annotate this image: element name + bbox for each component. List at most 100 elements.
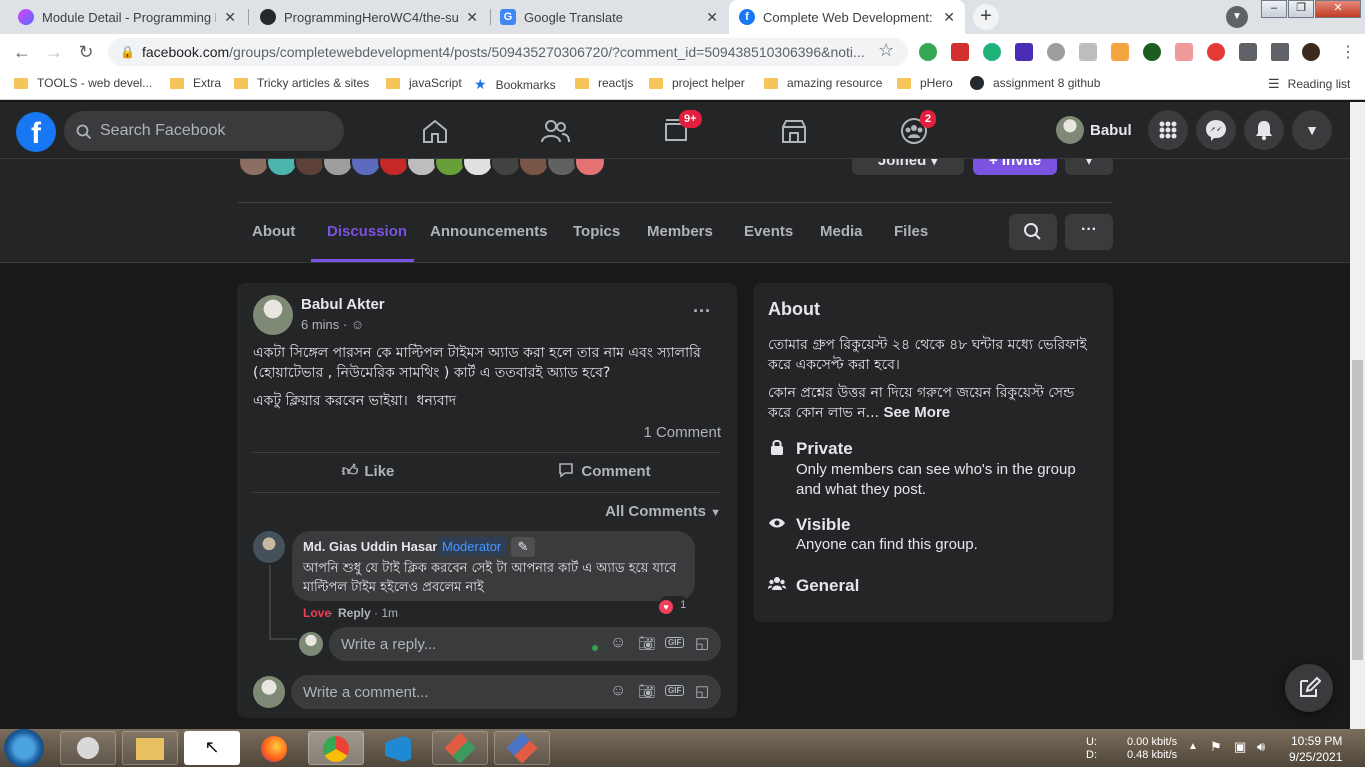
new-message-button[interactable]: [1285, 664, 1333, 712]
menu-dots-icon[interactable]: ⋮: [1340, 42, 1356, 62]
action-center-flag-icon[interactable]: ⚑: [1210, 739, 1222, 755]
browser-tab-module-detail[interactable]: Module Detail - Programming He ✕: [8, 0, 246, 34]
doc-ext-icon[interactable]: [1175, 43, 1193, 61]
tab-discussion[interactable]: Discussion: [327, 223, 407, 240]
volume-icon[interactable]: 🔊︎: [1257, 739, 1265, 755]
close-tab-icon[interactable]: ✕: [706, 9, 718, 26]
group-options-button[interactable]: ···: [1065, 214, 1113, 250]
account-button[interactable]: ▼: [1292, 110, 1332, 150]
new-tab-button[interactable]: +: [973, 4, 999, 30]
reaction-count[interactable]: ♥ 1: [659, 596, 689, 614]
bookmark-item[interactable]: pHero: [897, 76, 953, 90]
bookmark-item[interactable]: Extra: [170, 76, 221, 90]
commenter-avatar[interactable]: [253, 531, 285, 563]
network-icon[interactable]: ▣: [1234, 739, 1246, 755]
camera-icon[interactable]: 📷︎: [638, 683, 656, 700]
emoji-icon[interactable]: ☺: [610, 682, 626, 700]
media-control-icon[interactable]: [1271, 43, 1289, 61]
post-options-button[interactable]: ···: [693, 301, 711, 322]
gif-icon[interactable]: GIF: [665, 637, 685, 648]
purple-ext-icon[interactable]: [1015, 43, 1033, 61]
comment-count[interactable]: 1 Comment: [643, 424, 721, 441]
like-button[interactable]: 👍︎ Like: [253, 455, 483, 489]
show-hidden-icons-icon[interactable]: ▲: [1188, 741, 1198, 752]
browser-tab-facebook[interactable]: f Complete Web Development: Ba ✕: [729, 0, 965, 34]
bookmark-item[interactable]: Tricky articles & sites: [234, 76, 369, 90]
green-ext-icon[interactable]: [983, 43, 1001, 61]
profile-avatar[interactable]: [1302, 43, 1320, 61]
taskbar-app[interactable]: [122, 731, 178, 765]
start-button[interactable]: [4, 729, 44, 767]
comment-input[interactable]: Write a comment... ☺ 📷︎ GIF ◱: [291, 675, 721, 709]
emoji-icon[interactable]: ☺: [610, 634, 626, 652]
all-comments-dropdown[interactable]: All Comments ▼: [605, 503, 721, 520]
taskbar-app[interactable]: [246, 731, 302, 765]
group-search-button[interactable]: [1009, 214, 1057, 250]
reply-button[interactable]: Reply: [338, 606, 371, 620]
reading-list-button[interactable]: ☰ Reading list: [1268, 76, 1350, 92]
tab-members[interactable]: Members: [647, 223, 713, 240]
clock-date[interactable]: 9/25/2021: [1289, 750, 1342, 764]
close-window-button[interactable]: ✕: [1315, 0, 1361, 18]
gif-icon[interactable]: GIF: [665, 685, 685, 696]
menu-button[interactable]: [1148, 110, 1188, 150]
forward-icon[interactable]: →: [44, 42, 64, 63]
reload-icon[interactable]: ↻: [76, 42, 96, 63]
search-facebook-input[interactable]: Search Facebook: [64, 111, 344, 151]
camera-icon[interactable]: 📷︎: [638, 635, 656, 652]
comment-button[interactable]: Comment: [487, 455, 721, 489]
orange-ext-icon[interactable]: [1111, 43, 1129, 61]
author-avatar[interactable]: [253, 295, 293, 335]
bookmark-item[interactable]: reactjs: [575, 76, 633, 90]
taskbar-app[interactable]: [494, 731, 550, 765]
notifications-button[interactable]: [1244, 110, 1284, 150]
tab-about[interactable]: About: [252, 223, 295, 240]
marketplace-icon[interactable]: [780, 118, 808, 144]
tab-search-icon[interactable]: ▼: [1226, 6, 1248, 28]
messenger-button[interactable]: [1196, 110, 1236, 150]
tab-announcements[interactable]: Announcements: [430, 223, 548, 240]
clock-time[interactable]: 10:59 PM: [1291, 734, 1342, 748]
tab-topics[interactable]: Topics: [573, 223, 620, 240]
bookmark-item[interactable]: assignment 8 github: [970, 76, 1100, 90]
tab-files[interactable]: Files: [894, 223, 928, 240]
comment-author[interactable]: Md. Gias Uddin Hasan: [303, 539, 440, 554]
sticker-icon[interactable]: ◱: [695, 634, 709, 652]
bookmark-star-icon[interactable]: ☆: [878, 40, 894, 61]
bookmark-item[interactable]: javaScript: [386, 76, 462, 90]
comment-time[interactable]: · 1m: [374, 606, 398, 620]
flag-ext-icon[interactable]: [1143, 43, 1161, 61]
see-more-link[interactable]: See More: [883, 404, 950, 421]
taskbar-app[interactable]: [60, 731, 116, 765]
tab-events[interactable]: Events: [744, 223, 793, 240]
bookmark-item[interactable]: TOOLS - web devel...: [14, 76, 152, 90]
close-tab-icon[interactable]: ✕: [943, 9, 955, 26]
home-icon[interactable]: [421, 118, 449, 144]
taskbar-app[interactable]: [432, 731, 488, 765]
friends-icon[interactable]: [540, 118, 570, 144]
bookmark-item[interactable]: ★ Bookmarks: [474, 76, 556, 93]
reply-input[interactable]: Write a reply... ☺ 📷︎ GIF ◱: [329, 627, 721, 661]
scrollbar-thumb[interactable]: [1352, 360, 1363, 660]
bookmark-item[interactable]: amazing resource: [764, 76, 882, 90]
love-reaction-button[interactable]: Love: [303, 606, 331, 620]
camera-ext-icon[interactable]: [1079, 43, 1097, 61]
sticker-icon[interactable]: ◱: [695, 682, 709, 700]
close-tab-icon[interactable]: ✕: [224, 9, 236, 26]
puzzle-icon[interactable]: [1239, 43, 1257, 61]
close-tab-icon[interactable]: ✕: [466, 9, 478, 26]
browser-tab-github[interactable]: ProgrammingHeroWC4/the-supe ✕: [250, 0, 488, 34]
tab-media[interactable]: Media: [820, 223, 863, 240]
facebook-logo-icon[interactable]: f: [16, 112, 56, 152]
post-author[interactable]: Babul Akter: [301, 296, 385, 313]
grammarly-ext-icon[interactable]: [919, 43, 937, 61]
gear-ext-icon[interactable]: [1047, 43, 1065, 61]
back-icon[interactable]: ←: [12, 42, 32, 63]
minimize-button[interactable]: –: [1261, 0, 1287, 18]
profile-button[interactable]: Babul: [1054, 116, 1138, 146]
red-ext-icon[interactable]: [1207, 43, 1225, 61]
video-ext-icon[interactable]: [951, 43, 969, 61]
bookmark-item[interactable]: project helper: [649, 76, 745, 90]
taskbar-app[interactable]: ↖: [184, 731, 240, 765]
taskbar-app[interactable]: [308, 731, 364, 765]
